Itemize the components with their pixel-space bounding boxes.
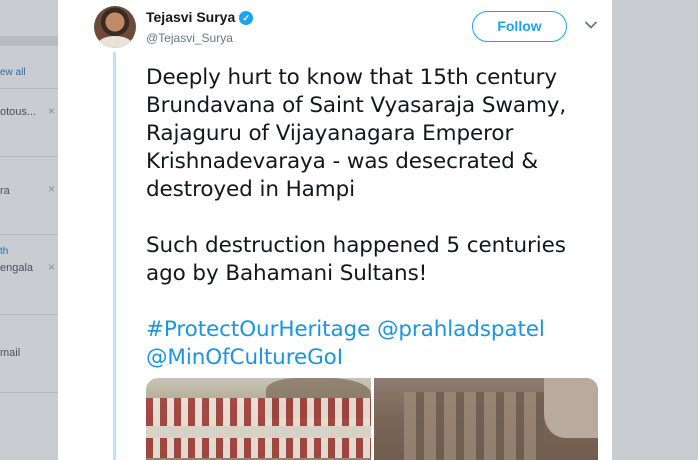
divider	[0, 392, 58, 393]
mention-link[interactable]: @MinOfCultureGoI	[146, 345, 343, 370]
suggestion-link[interactable]: th	[0, 246, 58, 257]
divider	[0, 88, 58, 89]
author-name[interactable]: Tejasvi Surya	[146, 9, 235, 25]
tweet-links-line: @MinOfCultureGoI	[146, 344, 596, 372]
avatar[interactable]	[94, 6, 136, 48]
view-all-link[interactable]: ew all	[0, 67, 58, 78]
divider	[0, 314, 58, 315]
author-name-row[interactable]: Tejasvi Surya ✓	[146, 9, 254, 25]
author-handle[interactable]: @Tejasvi_Surya	[146, 31, 233, 45]
tweet-text-line: Brundavana of Saint Vyasaraja Swamy,	[146, 93, 567, 118]
tweet-text-line: ago by Bahamani Sultans!	[146, 261, 428, 286]
tweet-text-line: destroyed in Hampi	[146, 177, 356, 202]
background-sidebar: ew all otous... × ra × th engala × mail	[0, 0, 58, 460]
tweet-text-line: Such destruction happened 5 centuries	[146, 233, 566, 258]
dismiss-icon[interactable]: ×	[48, 182, 55, 196]
tweet-text-line: Rajaguru of Vijayanagara Emperor	[146, 121, 514, 146]
tweet-text-line: Deeply hurt to know that 15th century	[146, 65, 557, 90]
suggestion-name[interactable]: mail	[0, 347, 58, 359]
dismiss-icon[interactable]: ×	[48, 260, 55, 274]
sidebar-header-bar	[0, 36, 58, 46]
background-right-panel	[612, 0, 698, 460]
chevron-down-icon[interactable]	[584, 18, 598, 32]
tweet-text: Deeply hurt to know that 15th century Br…	[146, 64, 596, 372]
divider	[0, 156, 58, 157]
thread-line	[113, 52, 116, 460]
follow-button[interactable]: Follow	[472, 11, 567, 42]
tweet-photo[interactable]	[146, 378, 371, 460]
avatar-shirt	[98, 36, 132, 48]
tweet-photo[interactable]	[374, 378, 598, 460]
tweet-text-line: Krishnadevaraya - was desecrated &	[146, 149, 539, 174]
divider	[0, 234, 58, 235]
hashtag-link[interactable]: #ProtectOurHeritage	[146, 317, 370, 342]
tweet-card: Tejasvi Surya ✓ @Tejasvi_Surya Follow Dee…	[58, 0, 612, 460]
tweet-links-line: #ProtectOurHeritage @prahladspatel	[146, 316, 596, 344]
dismiss-icon[interactable]: ×	[48, 104, 55, 118]
tweet-media[interactable]	[146, 378, 598, 460]
mention-link[interactable]: @prahladspatel	[377, 317, 545, 342]
verified-badge-icon: ✓	[239, 11, 254, 25]
